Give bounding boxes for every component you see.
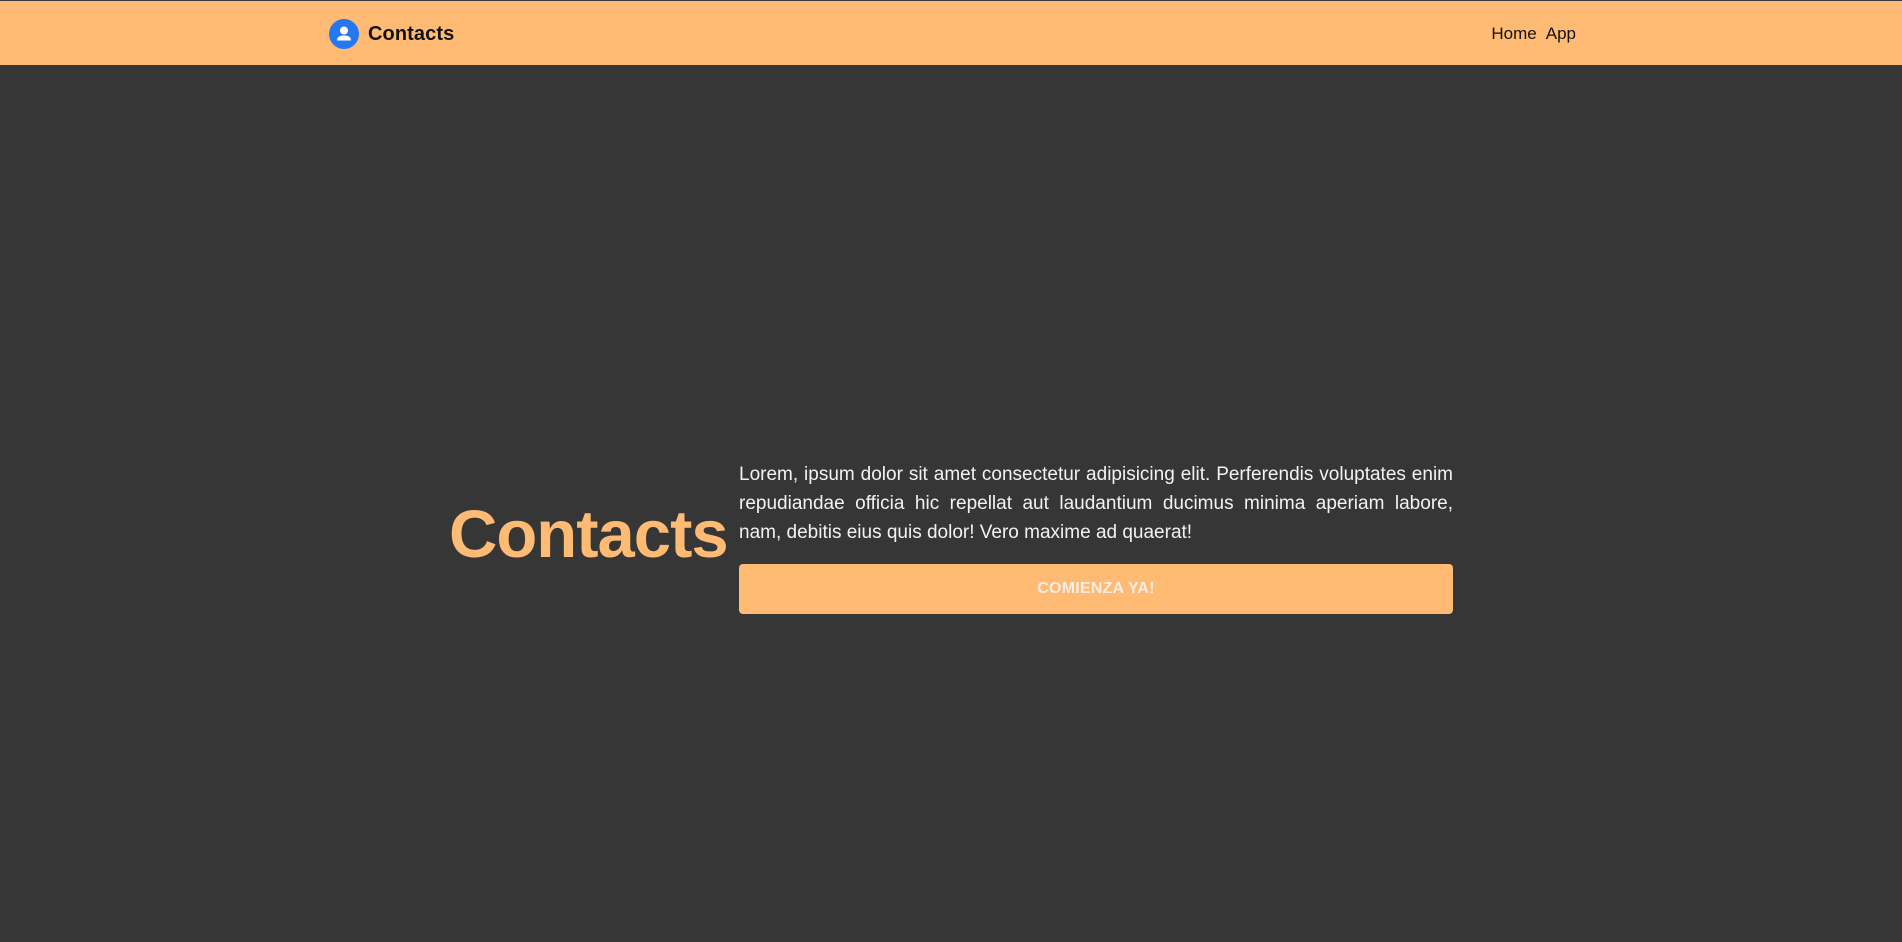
user-circle-icon [329,19,359,49]
brand-title: Contacts [368,22,455,45]
get-started-button[interactable]: COMIENZA YA! [739,564,1453,614]
hero-section: Contacts Lorem, ipsum dolor sit amet con… [0,65,1902,942]
top-navbar: Contacts Home App [0,0,1902,65]
brand[interactable]: Contacts [329,19,454,49]
hero-content: Lorem, ipsum dolor sit amet consectetur … [739,460,1453,614]
nav-links: Home App [1491,24,1576,44]
hero-title: Contacts [449,497,729,572]
nav-link-home[interactable]: Home [1491,24,1536,44]
nav-link-app[interactable]: App [1546,24,1576,44]
hero-description: Lorem, ipsum dolor sit amet consectetur … [739,464,1453,543]
